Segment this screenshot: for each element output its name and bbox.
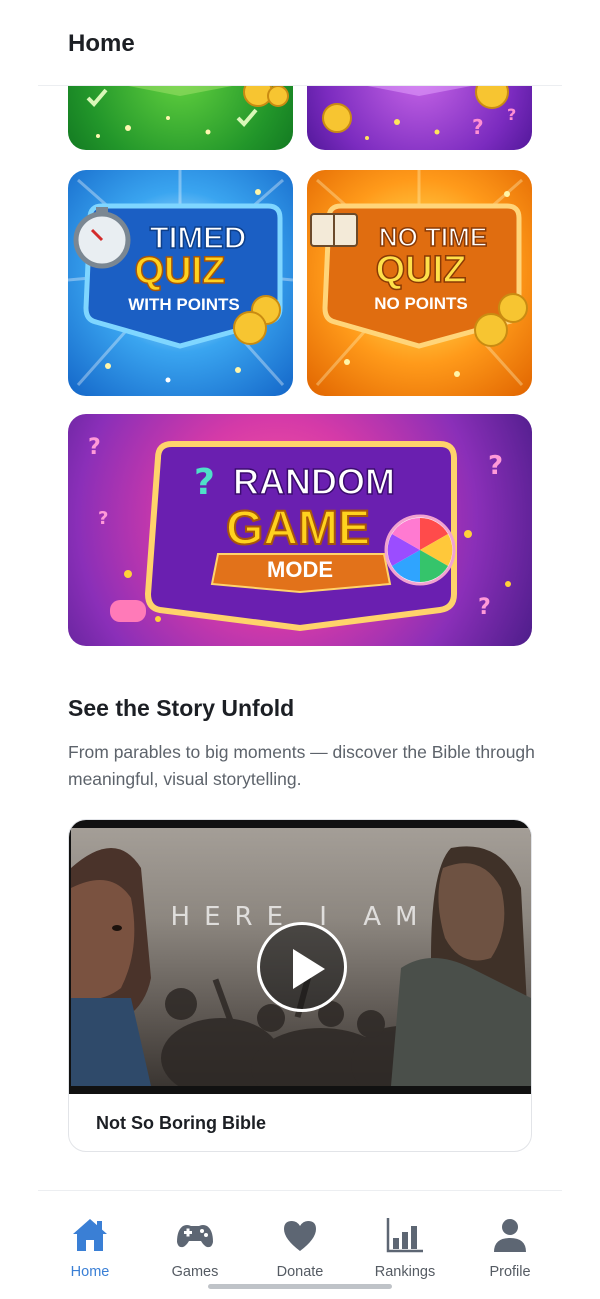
timed-quiz-tile[interactable]: TIMED QUIZ WITH POINTS [68, 170, 293, 396]
nav-item-donate[interactable]: Donate [250, 1210, 350, 1290]
svg-text:?: ? [88, 435, 101, 460]
svg-text:?: ? [488, 451, 503, 481]
nav-item-profile[interactable]: Profile [460, 1210, 560, 1290]
svg-text:?: ? [507, 105, 516, 124]
bar-chart-icon [386, 1218, 423, 1253]
game-mode-tile-purple[interactable]: ? ? [307, 86, 532, 150]
video-card[interactable]: HERE I AM Not So Boring Bible [68, 819, 532, 1152]
random-line1: RANDOM [233, 461, 395, 502]
timed-quiz-art: TIMED QUIZ WITH POINTS [68, 170, 293, 387]
spin-wheel-icon [384, 514, 456, 586]
bottom-navigation: Home Games Donate Rankings Profile [0, 1190, 600, 1299]
green-tile-art [86, 86, 289, 138]
game-mode-tile-green[interactable] [68, 86, 293, 150]
video-player[interactable]: HERE I AM [69, 820, 531, 1094]
nav-label-games: Games [171, 1264, 219, 1280]
user-icon [494, 1219, 526, 1252]
svg-text:?: ? [478, 595, 491, 620]
purple-tile-art: ? ? [322, 86, 516, 140]
home-indicator [208, 1284, 392, 1289]
home-content[interactable]: ? ? TIMED QUIZ WITH POINTS NO TIME QUIZ … [0, 86, 600, 1190]
home-icon [73, 1219, 107, 1251]
random-line2: GAME [226, 502, 370, 555]
nav-label-profile: Profile [489, 1264, 531, 1280]
gamepad-icon [177, 1225, 213, 1248]
notime-line1: NO TIME [379, 222, 487, 252]
video-caption: Not So Boring Bible [96, 1113, 266, 1133]
svg-text:?: ? [472, 115, 484, 139]
no-time-quiz-art: NO TIME QUIZ NO POINTS [310, 170, 528, 387]
nav-item-games[interactable]: Games [145, 1210, 245, 1290]
notime-line3: NO POINTS [374, 294, 468, 313]
svg-text:?: ? [194, 462, 215, 503]
nav-label-donate: Donate [276, 1264, 324, 1280]
story-section-description: From parables to big moments — discover … [68, 742, 535, 789]
gamepad-art-icon [110, 600, 146, 622]
no-time-quiz-tile[interactable]: NO TIME QUIZ NO POINTS [307, 170, 532, 396]
timed-line3: WITH POINTS [128, 295, 239, 314]
nav-label-home: Home [70, 1264, 110, 1280]
page-title: Home [68, 30, 135, 57]
play-icon[interactable] [257, 922, 347, 1012]
random-line3: MODE [267, 557, 333, 582]
nav-item-rankings[interactable]: Rankings [355, 1210, 455, 1290]
notime-line2: QUIZ [376, 249, 467, 291]
story-section-title: See the Story Unfold [68, 695, 295, 721]
app-header: Home [0, 0, 600, 86]
nav-item-home[interactable]: Home [40, 1210, 140, 1290]
timed-line2: QUIZ [135, 250, 226, 292]
heart-icon [284, 1221, 316, 1251]
random-game-art: ?? ?? ? RANDOM GAME MODE [88, 435, 511, 632]
nav-divider [38, 1190, 562, 1191]
nav-label-rankings: Rankings [374, 1264, 436, 1280]
svg-text:?: ? [98, 508, 108, 529]
video-thumbnail: HERE I AM [71, 828, 531, 1086]
random-game-mode-tile[interactable]: ?? ?? ? RANDOM GAME MODE [68, 414, 532, 646]
